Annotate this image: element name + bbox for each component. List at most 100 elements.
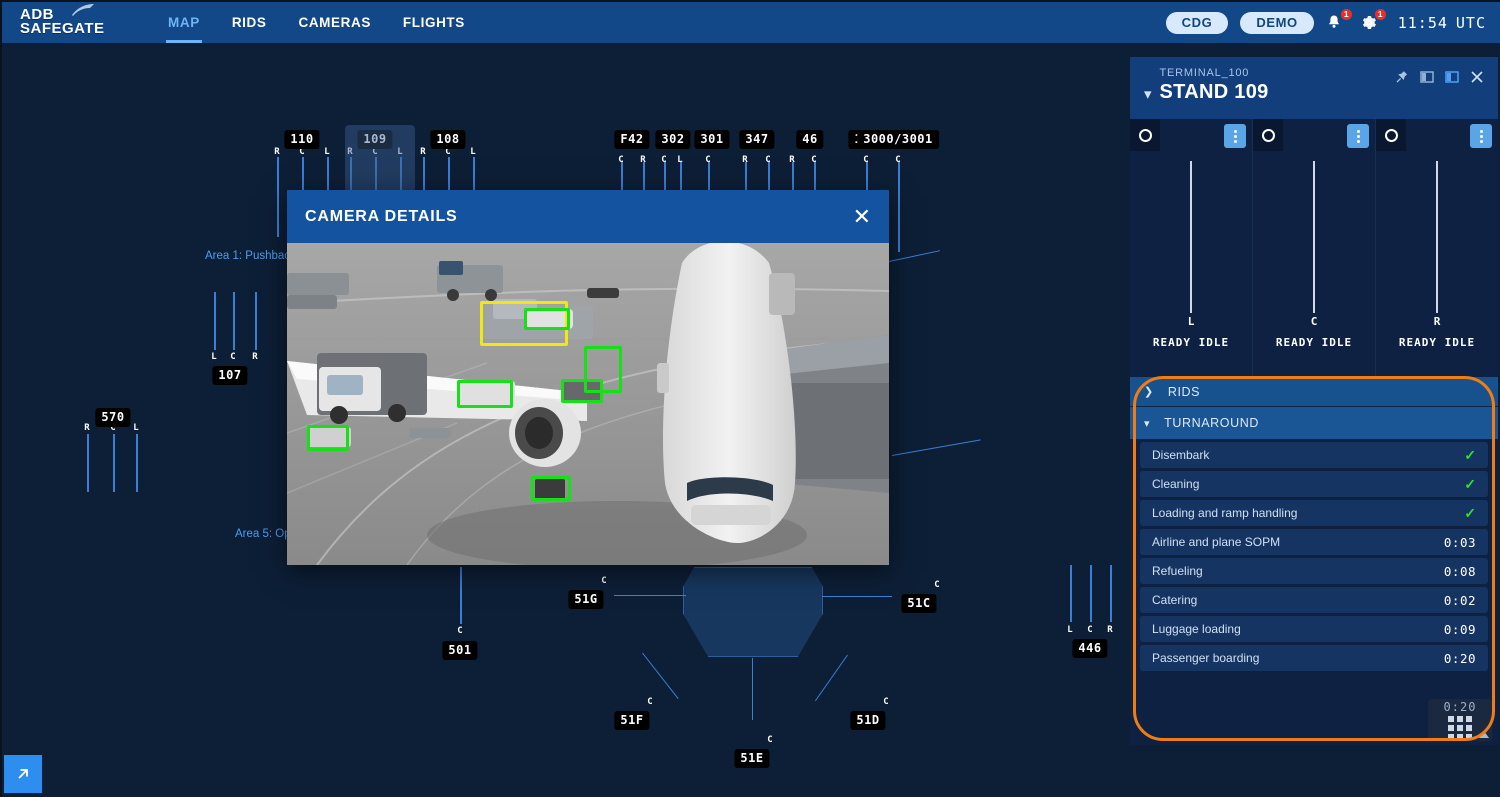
area-51-tag[interactable]: 51G (568, 590, 604, 609)
map-area-label: Area 5: Op (235, 528, 291, 540)
connector-51e (752, 658, 753, 720)
stand-status-circle-box[interactable] (1376, 119, 1406, 151)
stand-status-circle-box[interactable] (1130, 119, 1160, 151)
close-icon[interactable]: ✕ (853, 205, 871, 228)
turnaround-task-row[interactable]: Catering 0:02 (1140, 587, 1488, 613)
pin-icon[interactable] (1395, 70, 1409, 84)
stand-tag[interactable]: 108 (430, 130, 466, 149)
chevron-down-icon-turnaround: ▾ (1144, 417, 1151, 430)
stand-line-letter: C (895, 155, 901, 165)
stand-tag[interactable]: 446 (1072, 639, 1108, 658)
stand-column-menu-button[interactable] (1470, 124, 1492, 148)
stand-line (1110, 565, 1112, 622)
turnaround-task-label: Passenger boarding (1152, 651, 1260, 665)
turnaround-task-row[interactable]: Luggage loading 0:09 (1140, 616, 1488, 642)
stand-line (277, 157, 279, 237)
stand-tag[interactable]: 347 (739, 130, 775, 149)
panel-left-icon[interactable] (1420, 70, 1434, 84)
area-51-tag-letter: C (767, 735, 773, 745)
chevron-down-icon[interactable]: ▾ (1144, 85, 1152, 103)
airport-selector-pill[interactable]: CDG (1165, 11, 1229, 34)
logo-swoosh-icon (72, 3, 94, 16)
connector-51g (614, 595, 686, 596)
detection-box (531, 476, 571, 501)
map-area-label: Area 1: Pushback (205, 250, 296, 262)
stand-line (233, 292, 235, 350)
stand-tag[interactable]: 570 (95, 408, 131, 427)
check-icon: ✓ (1464, 446, 1476, 463)
stand-line (87, 434, 89, 492)
turnaround-task-row[interactable]: Cleaning ✓ (1140, 471, 1488, 497)
stand-tag[interactable]: 301 (694, 130, 730, 149)
turnaround-task-row[interactable]: Refueling 0:08 (1140, 558, 1488, 584)
area-51-tag[interactable]: 51C (901, 594, 937, 613)
notifications-button[interactable]: 1 (1326, 7, 1353, 34)
connector-51c (822, 596, 892, 597)
turnaround-task-row[interactable]: Disembark ✓ (1140, 442, 1488, 468)
stand-line-letter: C (811, 155, 817, 165)
stand-column-menu-button[interactable] (1347, 124, 1369, 148)
panel-action-group (1395, 70, 1484, 84)
turnaround-task-value: 0:08 (1443, 563, 1476, 579)
stand-line-letter: R (252, 352, 258, 362)
stand-column-menu-button[interactable] (1224, 124, 1246, 148)
stand-line-letter: L (677, 155, 683, 165)
stand-column-letter: C (1310, 315, 1318, 328)
turnaround-task-row[interactable]: Airline and plane SOPM 0:03 (1140, 529, 1488, 555)
nav-item-cameras[interactable]: CAMERAS (282, 2, 386, 43)
turnaround-task-value: 0:02 (1443, 592, 1476, 608)
stand-line (136, 434, 138, 492)
area-51-tag-letter: C (883, 697, 889, 707)
nav-item-rids[interactable]: RIDS (216, 2, 283, 43)
turnaround-task-label: Cleaning (1152, 477, 1200, 491)
stand-tag[interactable]: 501 (442, 641, 478, 660)
turnaround-task-label: Refueling (1152, 564, 1203, 578)
environment-pill[interactable]: DEMO (1240, 11, 1314, 34)
detection-box (457, 380, 513, 408)
settings-button[interactable]: 1 (1360, 7, 1387, 34)
section-header-rids[interactable]: ❯ RIDS (1130, 377, 1498, 407)
turnaround-task-row[interactable]: Passenger boarding 0:20 (1140, 645, 1488, 671)
nav-item-map[interactable]: MAP (152, 2, 216, 43)
camera-details-modal[interactable]: CAMERA DETAILS ✕ (287, 190, 889, 565)
stand-tag[interactable]: F42 (614, 130, 650, 149)
close-icon[interactable] (1470, 70, 1484, 84)
arrow-up-right-icon (18, 769, 28, 779)
circle-icon (1138, 128, 1152, 142)
panel-terminal-label: TERMINAL_100 (1159, 67, 1250, 79)
section-header-turnaround[interactable]: ▾ TURNAROUND (1130, 407, 1498, 439)
detection-box (561, 379, 603, 403)
area-51-polygon[interactable] (683, 567, 823, 657)
panel-right-icon[interactable] (1445, 70, 1459, 84)
topbar-right-group: CDG DEMO 1 1 11:54 UTC (1165, 7, 1500, 34)
expand-map-button[interactable] (4, 755, 42, 793)
stand-tag[interactable]: 110 (284, 130, 320, 149)
turnaround-task-row[interactable]: Loading and ramp handling ✓ (1140, 500, 1488, 526)
turnaround-task-value: 0:09 (1443, 621, 1476, 637)
area-51-tag[interactable]: 51F (614, 711, 650, 730)
stand-line-letter: L (470, 147, 476, 157)
stand-column-r: R READY IDLE (1376, 119, 1498, 377)
clock-time: 11:54 (1397, 13, 1448, 32)
nav-item-flights[interactable]: FLIGHTS (387, 2, 481, 43)
camera-still-image (287, 243, 889, 565)
stand-line (214, 292, 216, 350)
stand-tag[interactable]: 302 (655, 130, 691, 149)
section-label-turnaround: TURNAROUND (1164, 416, 1260, 430)
main-nav: MAP RIDS CAMERAS FLIGHTS (152, 2, 481, 43)
stand-line-letter: C (765, 155, 771, 165)
stand-line (898, 162, 900, 252)
camera-modal-title: CAMERA DETAILS (305, 207, 458, 225)
resize-grip[interactable]: 0:20 (1428, 699, 1492, 741)
stand-tag[interactable]: 3000/3001 (857, 130, 939, 149)
stand-tag[interactable]: 46 (796, 130, 824, 149)
connector-51f (642, 652, 679, 700)
stand-tag[interactable]: 107 (212, 366, 248, 385)
camera-feed-viewport[interactable] (287, 243, 889, 565)
stand-line-letter: C (1087, 625, 1093, 635)
check-icon: ✓ (1464, 504, 1476, 521)
stand-line-letter: L (133, 423, 139, 433)
stand-status-circle-box[interactable] (1253, 119, 1283, 151)
area-51-tag[interactable]: 51D (850, 711, 886, 730)
area-51-tag[interactable]: 51E (734, 749, 770, 768)
